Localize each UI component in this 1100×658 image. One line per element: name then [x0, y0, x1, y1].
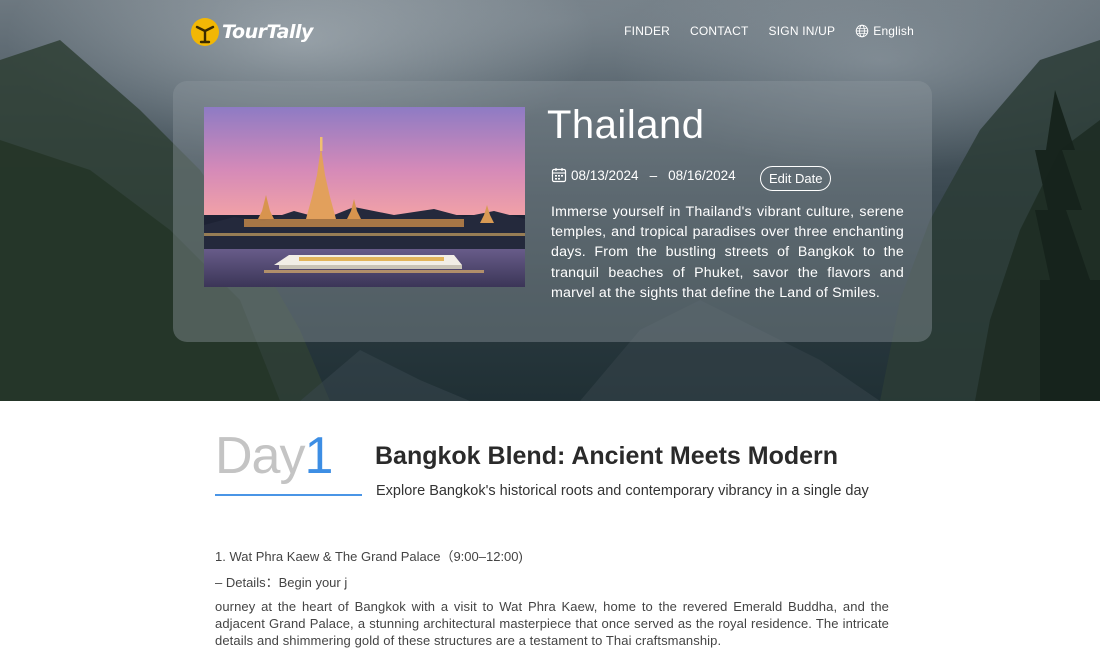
- itinerary-item-title: 1. Wat Phra Kaew & The Grand Palace（9:00…: [215, 549, 523, 564]
- globe-icon: [855, 24, 869, 38]
- date-separator: –: [649, 167, 658, 183]
- start-date: 08/13/2024: [571, 167, 639, 183]
- day-number: 1: [304, 427, 333, 485]
- top-nav: FINDER CONTACT SIGN IN/UP English: [624, 24, 914, 38]
- day-subtitle: Explore Bangkok's historical roots and c…: [376, 483, 869, 499]
- edit-date-button[interactable]: Edit Date: [760, 166, 832, 191]
- logo-icon: [191, 18, 219, 46]
- day-title: Bangkok Blend: Ancient Meets Modern: [375, 442, 839, 470]
- nav-finder[interactable]: FINDER: [624, 24, 670, 38]
- day-underline: [215, 494, 362, 496]
- day-word: Day: [215, 427, 305, 485]
- nav-contact[interactable]: CONTACT: [690, 24, 749, 38]
- language-label: English: [873, 24, 914, 38]
- trip-date-range: 08/13/2024 – 08/16/2024: [551, 167, 736, 183]
- hero-banner: TourTally FINDER CONTACT SIGN IN/UP Engl…: [0, 0, 1100, 401]
- destination-photo: [204, 107, 525, 287]
- trip-summary-card: Thailand 08/13/2024 – 08/16/2024 Edit Da…: [173, 81, 932, 342]
- itinerary-item-details: – Details：Begin your j: [215, 575, 348, 590]
- temple-photo: [204, 107, 525, 287]
- itinerary-item-body: ourney at the heart of Bangkok with a vi…: [215, 599, 889, 648]
- nav-sign-in-up[interactable]: SIGN IN/UP: [769, 24, 836, 38]
- brand-logo[interactable]: TourTally: [190, 17, 313, 47]
- calendar-icon: [551, 168, 567, 183]
- end-date: 08/16/2024: [668, 167, 736, 183]
- language-selector[interactable]: English: [855, 24, 914, 38]
- brand-name: TourTally: [222, 21, 313, 43]
- day-heading: Day1: [215, 426, 333, 486]
- destination-title: Thailand: [547, 103, 705, 147]
- trip-description: Immerse yourself in Thailand's vibrant c…: [551, 204, 904, 301]
